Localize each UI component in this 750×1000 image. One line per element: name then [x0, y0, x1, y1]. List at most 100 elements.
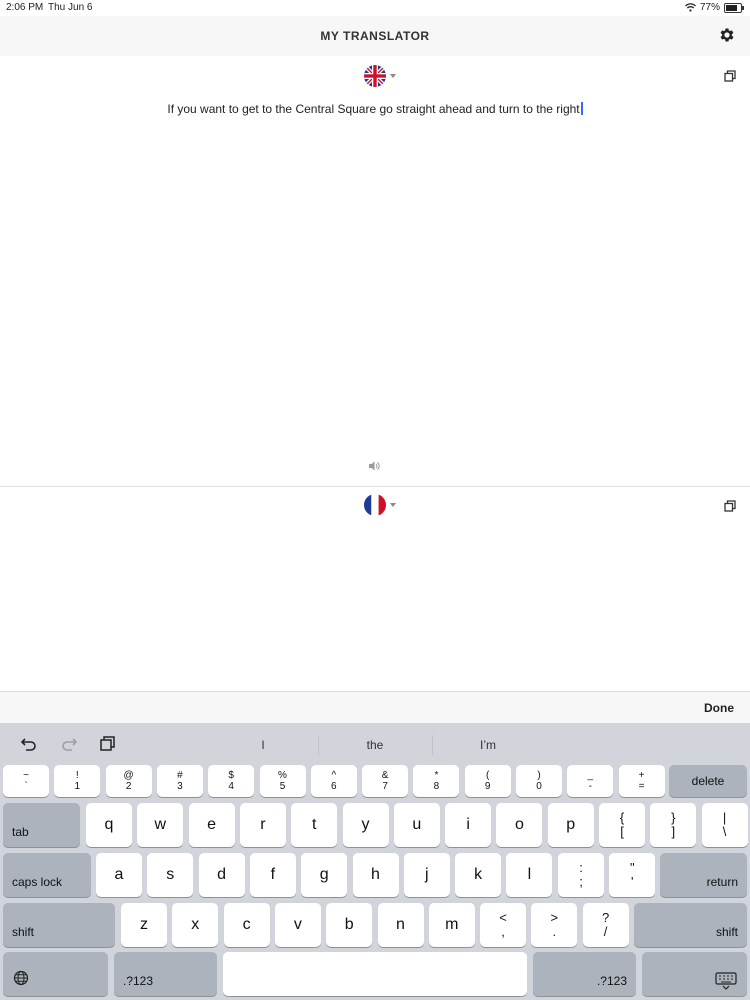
numbers-key-right[interactable]: .?123: [533, 952, 636, 996]
key-l[interactable]: l: [506, 853, 553, 897]
key-y[interactable]: y: [342, 803, 389, 847]
key-label: l: [527, 866, 532, 883]
shift-left-key[interactable]: shift: [3, 903, 115, 947]
key-8-symbol[interactable]: * 8: [413, 765, 460, 797]
key-m[interactable]: m: [428, 903, 475, 947]
key-lower-label: 3: [177, 781, 183, 792]
key-punct-1[interactable]: " ': [609, 853, 656, 897]
uk-flag-icon[interactable]: [364, 65, 386, 87]
key-u[interactable]: u: [393, 803, 440, 847]
copy-icon[interactable]: [724, 500, 736, 512]
caps-lock-key[interactable]: caps lock: [3, 853, 91, 897]
key-q[interactable]: q: [86, 803, 132, 847]
key-v[interactable]: v: [274, 903, 321, 947]
key-label: k: [474, 866, 483, 883]
globe-key[interactable]: [3, 952, 108, 996]
key-b[interactable]: b: [326, 903, 373, 947]
suggestion-3[interactable]: I’m: [438, 738, 538, 752]
suggestion-divider: [432, 735, 433, 755]
key-label: f: [270, 866, 276, 883]
keyboard-accessory-bar: Done: [0, 691, 750, 724]
key-o[interactable]: o: [496, 803, 543, 847]
undo-icon[interactable]: [20, 735, 38, 753]
key-angle-1[interactable]: >.: [531, 903, 578, 947]
key-lower-label: ]: [671, 824, 676, 839]
key-t[interactable]: t: [291, 803, 338, 847]
status-time: 2:06 PM: [6, 2, 44, 13]
done-button[interactable]: Done: [704, 701, 734, 715]
key-j[interactable]: j: [403, 853, 450, 897]
space-bar[interactable]: [223, 952, 527, 996]
delete-key[interactable]: delete: [669, 765, 747, 797]
redo-icon[interactable]: [60, 735, 78, 753]
key-p[interactable]: p: [547, 803, 594, 847]
key-0-symbol[interactable]: ) 0: [516, 765, 562, 797]
key-label: b: [344, 916, 354, 933]
key-f[interactable]: f: [249, 853, 296, 897]
key-9-symbol[interactable]: (9: [464, 765, 511, 797]
suggestion-1[interactable]: I: [213, 738, 313, 752]
app-title: MY TRANSLATOR: [320, 29, 430, 43]
key-bracket-1[interactable]: }]: [650, 803, 697, 847]
source-pane[interactable]: If you want to get to the Central Square…: [0, 56, 750, 487]
key-label: s: [166, 866, 175, 883]
key-h[interactable]: h: [352, 853, 399, 897]
key-4-symbol[interactable]: $4: [208, 765, 255, 797]
key-label: i: [466, 816, 470, 833]
key-7-symbol[interactable]: & 7: [362, 765, 409, 797]
key-upper-label: $: [228, 770, 234, 781]
key-i[interactable]: i: [445, 803, 492, 847]
key-lower-label: 5: [279, 781, 286, 792]
key--symbol[interactable]: _ -: [567, 765, 614, 797]
suggestion-2[interactable]: the: [325, 738, 425, 752]
key-5-symbol[interactable]: % 5: [259, 765, 306, 797]
key-angle-2[interactable]: ? /: [582, 903, 629, 947]
key-upper-label: ?: [601, 910, 610, 925]
key-g[interactable]: g: [301, 853, 348, 897]
source-language-dropdown[interactable]: [390, 74, 396, 78]
numbers-key-left[interactable]: .?123: [114, 952, 217, 996]
gear-icon[interactable]: [718, 26, 736, 44]
key-bracket-2[interactable]: | \: [701, 803, 748, 847]
key-6-symbol[interactable]: ^ 6: [310, 765, 357, 797]
key-upper-label: %: [278, 770, 287, 781]
key-k[interactable]: k: [455, 853, 502, 897]
key-d[interactable]: d: [198, 853, 245, 897]
paste-icon[interactable]: [99, 735, 117, 753]
key-w[interactable]: w: [137, 803, 184, 847]
key-angle-0[interactable]: <,: [480, 903, 526, 947]
key-lower-label: 7: [382, 781, 388, 792]
key-lower-label: 4: [228, 781, 234, 792]
key-label: n: [396, 916, 405, 933]
key--symbol[interactable]: ~ `: [3, 765, 49, 797]
key-lower-label: /: [603, 924, 608, 939]
shift-right-key[interactable]: shift: [634, 903, 747, 947]
key-n[interactable]: n: [377, 903, 424, 947]
key-c[interactable]: c: [223, 903, 270, 947]
key-bracket-0[interactable]: {[: [599, 803, 645, 847]
key-punct-0[interactable]: :;: [558, 853, 604, 897]
target-language-dropdown[interactable]: [390, 503, 396, 507]
key-label: r: [260, 816, 266, 833]
speaker-icon[interactable]: [368, 460, 380, 472]
numbers-label: .?123: [123, 974, 154, 988]
key-2-symbol[interactable]: @2: [105, 765, 152, 797]
key-3-symbol[interactable]: #3: [156, 765, 203, 797]
key-a[interactable]: a: [96, 853, 142, 897]
key-1-symbol[interactable]: ! 1: [54, 765, 101, 797]
key-z[interactable]: z: [121, 903, 167, 947]
source-text[interactable]: If you want to get to the Central Square…: [0, 102, 750, 116]
return-key[interactable]: return: [660, 853, 747, 897]
key--symbol[interactable]: + =: [618, 765, 665, 797]
key-lower-label: 9: [484, 781, 491, 792]
key-s[interactable]: s: [147, 853, 194, 897]
tab-key[interactable]: tab: [3, 803, 80, 847]
key-e[interactable]: e: [188, 803, 235, 847]
hide-keyboard-key[interactable]: [642, 952, 747, 996]
key-label: c: [242, 916, 251, 933]
france-flag-icon[interactable]: [364, 494, 386, 516]
key-r[interactable]: r: [239, 803, 286, 847]
source-text-content[interactable]: If you want to get to the Central Square…: [167, 102, 579, 116]
copy-icon[interactable]: [724, 70, 736, 82]
key-x[interactable]: x: [172, 903, 219, 947]
